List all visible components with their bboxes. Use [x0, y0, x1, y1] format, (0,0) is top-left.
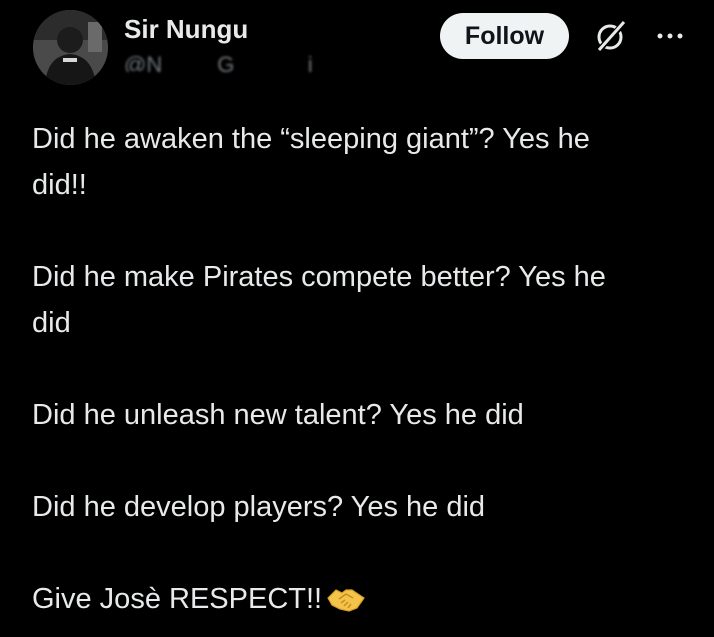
tweet-header: Sir Nungu @N____ G______i Follow: [0, 0, 714, 100]
tweet-line: did!!: [32, 169, 87, 201]
avatar[interactable]: [33, 10, 108, 85]
author-handle[interactable]: @N____ G______i: [124, 52, 313, 72]
more-icon[interactable]: [654, 26, 686, 46]
tweet-line: Did he unleash new talent? Yes he did: [32, 399, 524, 431]
avatar-photo: [33, 10, 108, 85]
tweet-text: Did he awaken the “sleeping giant”? Yes …: [32, 116, 692, 622]
tweet-line: Did he develop players? Yes he did: [32, 491, 486, 523]
tweet-line: did: [32, 307, 71, 339]
author-name[interactable]: Sir Nungu: [124, 14, 248, 45]
tweet-line-text: Give Josè RESPECT!!: [32, 583, 323, 615]
grok-icon[interactable]: [593, 18, 629, 54]
tweet-line-last: Give Josè RESPECT!!: [32, 576, 692, 622]
handshake-emoji: [327, 589, 365, 612]
tweet-line: Did he awaken the “sleeping giant”? Yes …: [32, 123, 590, 155]
follow-button[interactable]: Follow: [440, 13, 569, 59]
tweet-line: Did he make Pirates compete better? Yes …: [32, 261, 606, 293]
